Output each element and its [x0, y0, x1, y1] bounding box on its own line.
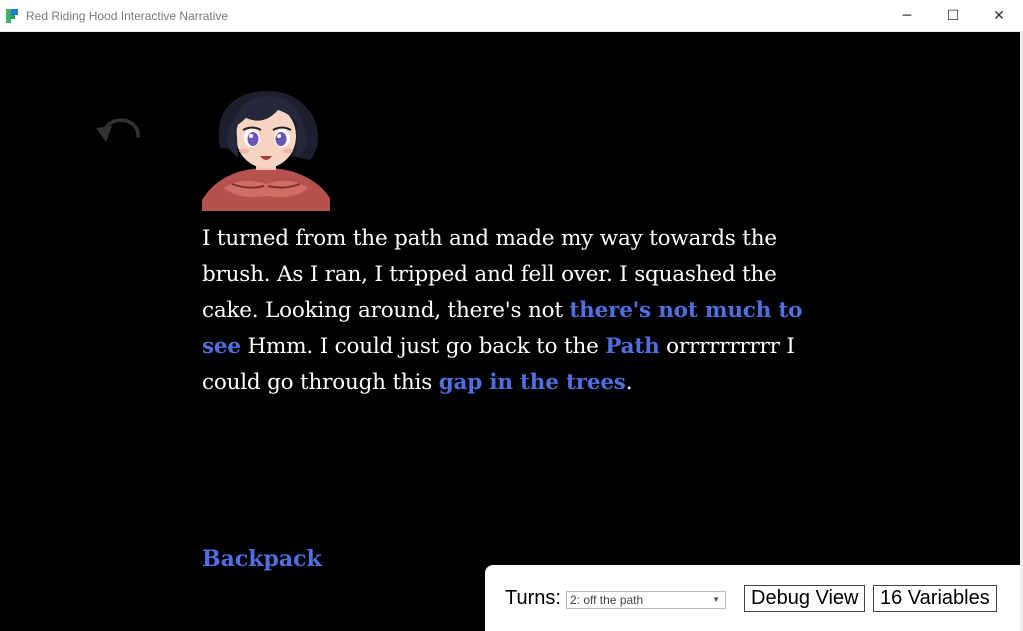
link-path[interactable]: Path [605, 334, 659, 359]
character-portrait [202, 88, 330, 211]
variables-button[interactable]: 16 Variables [873, 585, 997, 612]
turns-select[interactable]: 2: off the path ▼ [566, 591, 726, 609]
window-title: Red Riding Hood Interactive Narrative [26, 9, 229, 23]
maximize-button[interactable]: ☐ [930, 0, 976, 32]
title-bar: Red Riding Hood Interactive Narrative ─ … [0, 0, 1023, 32]
turns-label: Turns: [505, 587, 561, 609]
app-icon [6, 9, 18, 23]
chevron-down-icon: ▼ [712, 595, 720, 604]
turns-selected-value: 2: off the path [570, 593, 644, 607]
passage-segment: . [625, 370, 633, 395]
backpack-link[interactable]: Backpack [202, 546, 322, 572]
passage-text: I turned from the path and made my way t… [202, 221, 810, 401]
close-button[interactable]: ✕ [976, 0, 1022, 32]
debug-view-button[interactable]: Debug View [744, 585, 866, 612]
link-gap-in-the-trees[interactable]: gap in the trees [439, 370, 626, 395]
minimize-button[interactable]: ─ [884, 0, 930, 32]
debug-panel: Turns: 2: off the path ▼ Debug View 16 V… [485, 565, 1020, 631]
passage-segment: Hmm. I could just go back to the [240, 334, 606, 359]
undo-icon[interactable] [94, 114, 144, 148]
